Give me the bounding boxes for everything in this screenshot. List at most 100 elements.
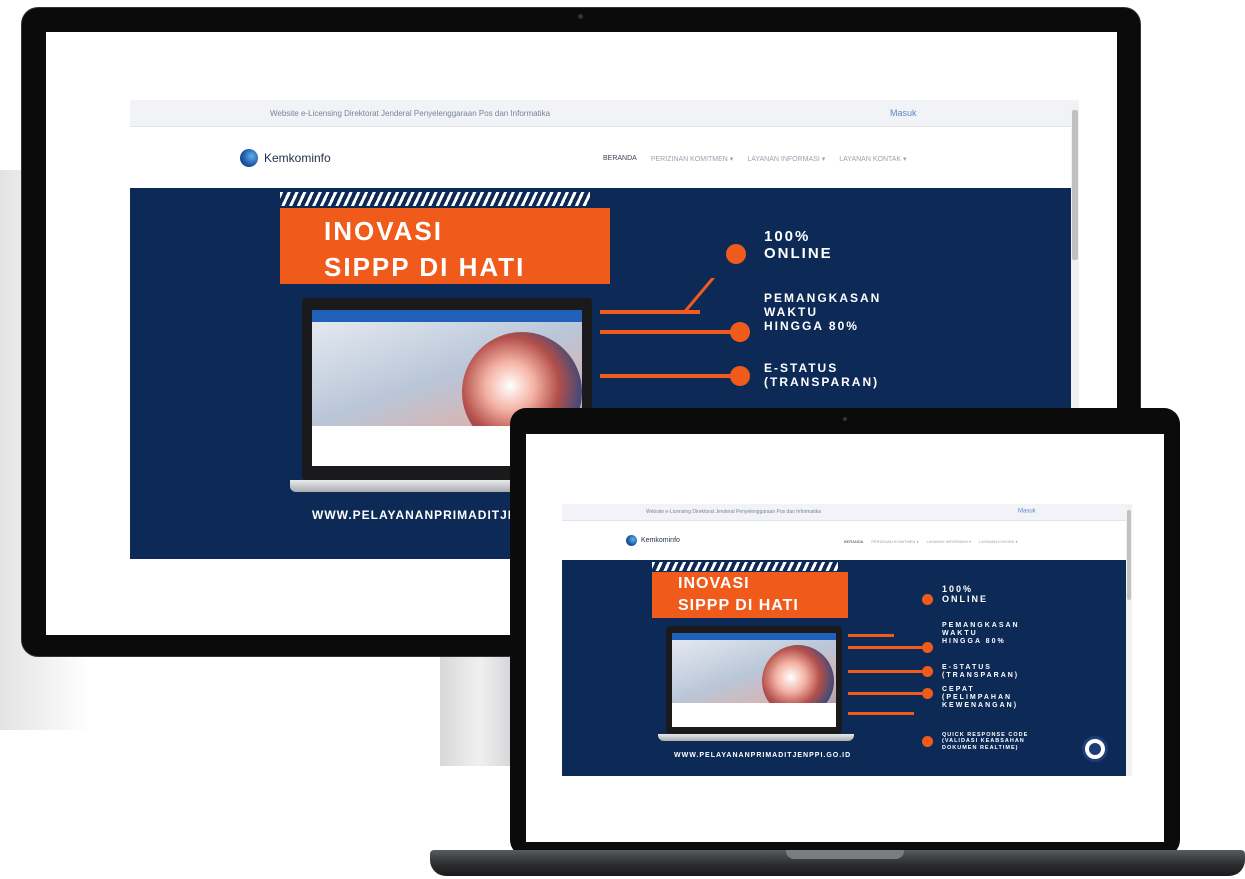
- feature-online-line1: 100%: [764, 228, 811, 245]
- feature-dot: [730, 322, 750, 342]
- illustration-nav: [672, 633, 836, 640]
- login-label: Masuk: [1018, 508, 1036, 515]
- menu-item-informasi[interactable]: LAYANAN INFORMASI ▾: [926, 539, 971, 544]
- feature-waktu-line3: HINGGA 80%: [764, 318, 859, 333]
- feature-dot: [730, 366, 750, 386]
- feature-qr-line3: DOKUMEN REALTIME): [942, 744, 1019, 751]
- feature-dot: [922, 736, 933, 747]
- feature-waktu-line2: WAKTU: [942, 630, 978, 638]
- illustration-content: [672, 633, 836, 727]
- topbar-message: Website e-Licensing Direktorat Jenderal …: [270, 109, 551, 118]
- menu-item-beranda[interactable]: BERANDA: [844, 539, 863, 544]
- user-icon: [1010, 508, 1015, 514]
- stripe-decoration: [652, 562, 838, 571]
- connector-line: [848, 670, 922, 673]
- monitor-camera: [578, 14, 583, 19]
- laptop-camera: [843, 417, 847, 421]
- feature-status-line1: E-STATUS: [764, 361, 839, 375]
- feature-status-line2: (TRANSPARAN): [942, 672, 1020, 680]
- navbar: Kemkominfo BERANDA PERIZINAN KOMITMEN ▾ …: [562, 521, 1132, 559]
- illustration-nav: [312, 310, 582, 322]
- feature-dot: [922, 666, 933, 677]
- title-line-2: SIPPP DI HATI: [324, 252, 526, 282]
- scrollbar-thumb[interactable]: [1072, 110, 1078, 260]
- title-box: INOVASI SIPPP DI HATI: [280, 208, 610, 284]
- website-laptop: Website e-Licensing Direktorat Jenderal …: [562, 504, 1132, 776]
- feature-cepat-line2: (PELIMPAHAN: [942, 694, 1013, 702]
- connector-line: [848, 634, 894, 637]
- feature-waktu-line1: PEMANGKASAN: [764, 291, 882, 305]
- iso-badge-icon: [1082, 736, 1108, 762]
- feature-cepat-line1: CEPAT: [942, 686, 975, 693]
- banner-laptop-illustration: [658, 626, 854, 744]
- illustration-base: [658, 734, 854, 741]
- kominfo-logo-icon: [240, 149, 258, 167]
- feature-qr-line2: (VALIDASI KEABSAHAN: [942, 738, 1025, 745]
- menu-item-informasi[interactable]: LAYANAN INFORMASI ▾: [747, 155, 825, 163]
- connector-line: [848, 712, 914, 715]
- user-icon: [875, 109, 884, 119]
- scrollbar[interactable]: [1126, 506, 1132, 776]
- laptop-screen: Website e-Licensing Direktorat Jenderal …: [526, 434, 1164, 842]
- menu-item-kontak[interactable]: LAYANAN KONTAK ▾: [979, 539, 1017, 544]
- connector-line: [848, 692, 922, 695]
- topbar: Website e-Licensing Direktorat Jenderal …: [562, 504, 1132, 521]
- feature-online: 100% ONLINE: [942, 584, 988, 605]
- connector-line: [680, 278, 716, 314]
- navbar: Kemkominfo BERANDA PERIZINAN KOMITMEN ▾ …: [130, 127, 1079, 187]
- feature-waktu: PEMANGKASAN WAKTU HINGGA 80%: [942, 622, 1020, 646]
- menu-item-kontak[interactable]: LAYANAN KONTAK ▾: [839, 155, 906, 163]
- feature-online-line2: ONLINE: [942, 594, 989, 605]
- menu-item-beranda[interactable]: BERANDA: [603, 155, 637, 163]
- title-box: INOVASI SIPPP DI HATI: [652, 572, 848, 618]
- feature-dot: [922, 594, 933, 605]
- feature-waktu-line2: WAKTU: [764, 304, 818, 319]
- feature-online-line2: ONLINE: [764, 245, 833, 263]
- main-menu: BERANDA PERIZINAN KOMITMEN ▾ LAYANAN INF…: [603, 155, 907, 163]
- hero-banner: INOVASI SIPPP DI HATI 100% ONLINE PEMANG…: [562, 560, 1126, 776]
- banner-url: WWW.PELAYANANPRIMADITJEN: [312, 508, 527, 522]
- feature-cepat: CEPAT (PELIMPAHAN KEWENANGAN): [942, 686, 1018, 710]
- logo-text: Kemkominfo: [641, 537, 680, 544]
- login-label: Masuk: [890, 108, 917, 118]
- monitor-stand: [440, 656, 520, 766]
- laptop-base: [430, 850, 1245, 876]
- title-line-1: INOVASI: [324, 216, 443, 246]
- kominfo-logo-icon: [626, 535, 637, 546]
- logo-text: Kemkominfo: [264, 151, 331, 165]
- feature-status: E-STATUS (TRANSPARAN): [942, 664, 1019, 680]
- feature-online: 100% ONLINE: [764, 228, 833, 263]
- site-logo[interactable]: Kemkominfo: [626, 535, 680, 546]
- laptop-notch: [786, 850, 904, 859]
- menu-item-perizinan[interactable]: PERIZINAN KOMITMEN ▾: [651, 155, 733, 163]
- laptop: Website e-Licensing Direktorat Jenderal …: [510, 408, 1180, 856]
- main-menu: BERANDA PERIZINAN KOMITMEN ▾ LAYANAN INF…: [844, 539, 1017, 544]
- topbar: Website e-Licensing Direktorat Jenderal …: [130, 100, 1079, 127]
- feature-status-line1: E-STATUS: [942, 664, 992, 671]
- feature-status-line2: (TRANSPARAN): [764, 374, 880, 389]
- feature-dot: [726, 244, 746, 264]
- login-link[interactable]: Masuk: [1010, 508, 1036, 515]
- illustration-footer: [672, 703, 836, 727]
- feature-dot: [922, 688, 933, 699]
- scrollbar-thumb[interactable]: [1127, 510, 1131, 600]
- feature-qr: QUICK RESPONSE CODE (VALIDASI KEABSAHAN …: [942, 732, 1028, 751]
- title-line-1: INOVASI: [678, 575, 750, 592]
- site-logo[interactable]: Kemkominfo: [240, 149, 331, 167]
- menu-item-perizinan[interactable]: PERIZINAN KOMITMEN ▾: [871, 539, 918, 544]
- feature-cepat-line3: KEWENANGAN): [942, 702, 1019, 710]
- feature-waktu-line1: PEMANGKASAN: [942, 622, 1020, 629]
- login-link[interactable]: Masuk: [875, 108, 917, 119]
- title-line-2: SIPPP DI HATI: [678, 597, 799, 614]
- illustration-screen: [666, 626, 842, 734]
- topbar-message: Website e-Licensing Direktorat Jenderal …: [646, 509, 822, 515]
- feature-status: E-STATUS (TRANSPARAN): [764, 361, 880, 390]
- feature-dot: [922, 642, 933, 653]
- connector-line: [600, 330, 740, 334]
- connector-line: [848, 646, 922, 649]
- feature-waktu-line3: HINGGA 80%: [942, 638, 1006, 646]
- stripe-decoration: [280, 192, 590, 206]
- feature-online-line1: 100%: [942, 584, 974, 594]
- connector-line: [600, 374, 740, 378]
- banner-url: WWW.PELAYANANPRIMADITJENPPI.GO.ID: [674, 752, 852, 759]
